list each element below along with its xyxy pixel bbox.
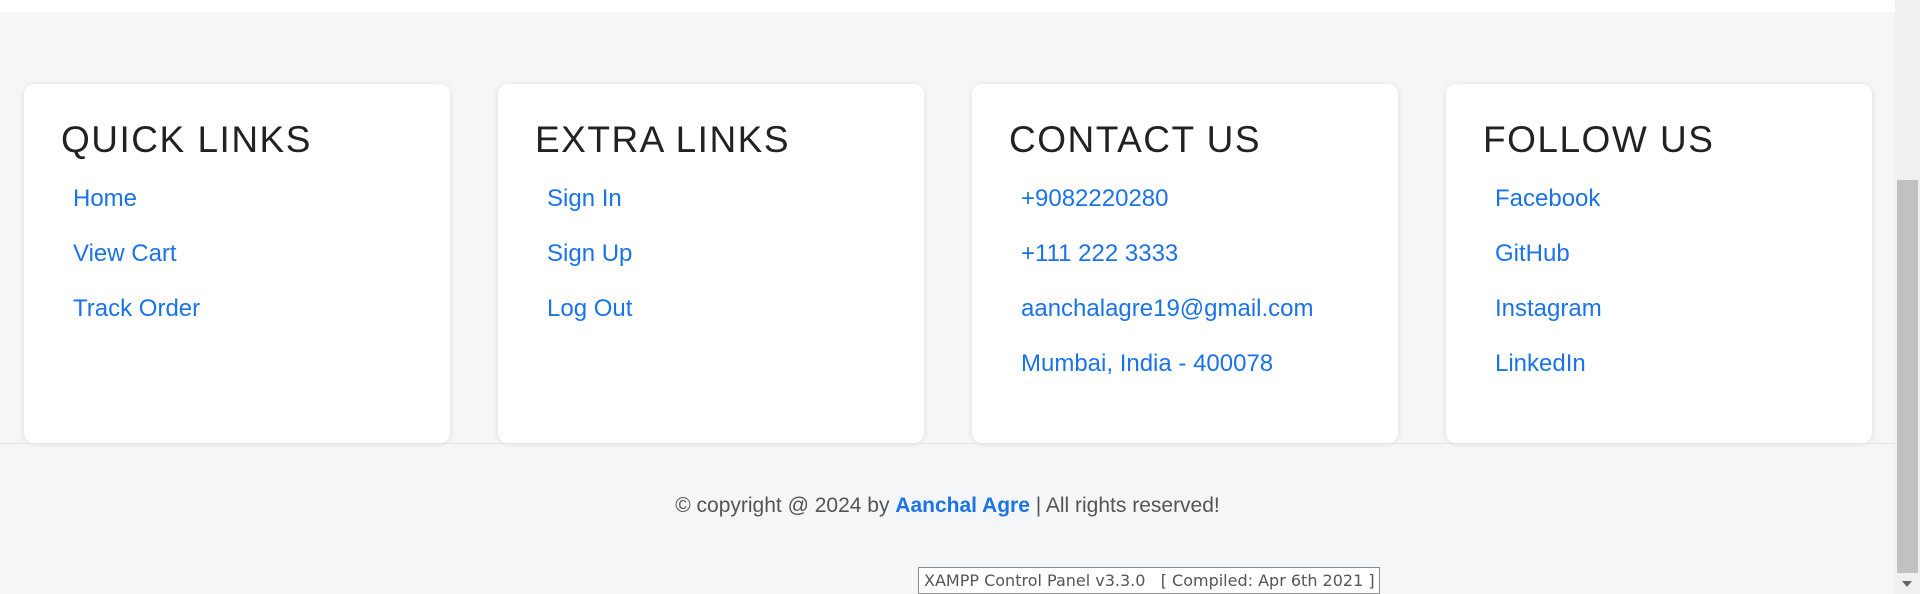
list-item: Sign In (535, 185, 887, 240)
contact-us-card: CONTACT US +9082220280 +111 222 3333 aan… (972, 84, 1398, 443)
address-link[interactable]: Mumbai, India - 400078 (1009, 350, 1273, 379)
list-item: Facebook (1483, 185, 1835, 240)
scroll-down-arrow-icon[interactable] (1902, 581, 1912, 587)
list-item: GitHub (1483, 240, 1835, 295)
scrollbar-thumb[interactable] (1897, 180, 1918, 573)
xampp-tooltip: XAMPP Control Panel v3.3.0 [ Compiled: A… (918, 567, 1380, 594)
list-item: Sign Up (535, 240, 887, 295)
list-item: aanchalagre19@gmail.com (1009, 295, 1361, 350)
author-link[interactable]: Aanchal Agre (895, 494, 1030, 517)
quick-links-card: QUICK LINKS Home View Cart Track Order (24, 84, 450, 443)
vertical-scrollbar[interactable] (1895, 0, 1920, 594)
contact-us-heading: CONTACT US (1009, 119, 1262, 160)
list-item: Instagram (1483, 295, 1835, 350)
extra-links-list: Sign In Sign Up Log Out (535, 185, 887, 350)
list-item: +111 222 3333 (1009, 240, 1361, 295)
copyright-text: © copyright @ 2024 by Aanchal Agre | All… (0, 494, 1895, 518)
track-order-link[interactable]: Track Order (61, 295, 200, 324)
github-link[interactable]: GitHub (1483, 240, 1570, 269)
phone-link-secondary[interactable]: +111 222 3333 (1009, 240, 1178, 269)
phone-link-primary[interactable]: +9082220280 (1009, 185, 1169, 214)
list-item: Mumbai, India - 400078 (1009, 350, 1361, 405)
quick-links-list: Home View Cart Track Order (61, 185, 413, 350)
extra-links-card: EXTRA LINKS Sign In Sign Up Log Out (498, 84, 924, 443)
top-content-edge (0, 0, 1895, 12)
sign-in-link[interactable]: Sign In (535, 185, 622, 214)
social-links-list: Facebook GitHub Instagram LinkedIn (1483, 185, 1835, 405)
linkedin-link[interactable]: LinkedIn (1483, 350, 1586, 379)
contact-list: +9082220280 +111 222 3333 aanchalagre19@… (1009, 185, 1361, 405)
facebook-link[interactable]: Facebook (1483, 185, 1600, 214)
email-link[interactable]: aanchalagre19@gmail.com (1009, 295, 1314, 324)
page-viewport: QUICK LINKS Home View Cart Track Order E… (0, 0, 1895, 594)
follow-us-card: FOLLOW US Facebook GitHub Instagram Link… (1446, 84, 1872, 443)
list-item: Log Out (535, 295, 887, 350)
extra-links-heading: EXTRA LINKS (535, 119, 791, 160)
list-item: LinkedIn (1483, 350, 1835, 405)
footer-divider (0, 443, 1895, 444)
log-out-link[interactable]: Log Out (535, 295, 632, 324)
sign-up-link[interactable]: Sign Up (535, 240, 632, 269)
list-item: Home (61, 185, 413, 240)
list-item: View Cart (61, 240, 413, 295)
list-item: Track Order (61, 295, 413, 350)
view-cart-link[interactable]: View Cart (61, 240, 177, 269)
copyright-suffix: | All rights reserved! (1029, 494, 1220, 517)
instagram-link[interactable]: Instagram (1483, 295, 1602, 324)
copyright-prefix: © copyright @ 2024 by (675, 494, 896, 517)
home-link[interactable]: Home (61, 185, 137, 214)
follow-us-heading: FOLLOW US (1483, 119, 1715, 160)
list-item: +9082220280 (1009, 185, 1361, 240)
quick-links-heading: QUICK LINKS (61, 119, 312, 160)
